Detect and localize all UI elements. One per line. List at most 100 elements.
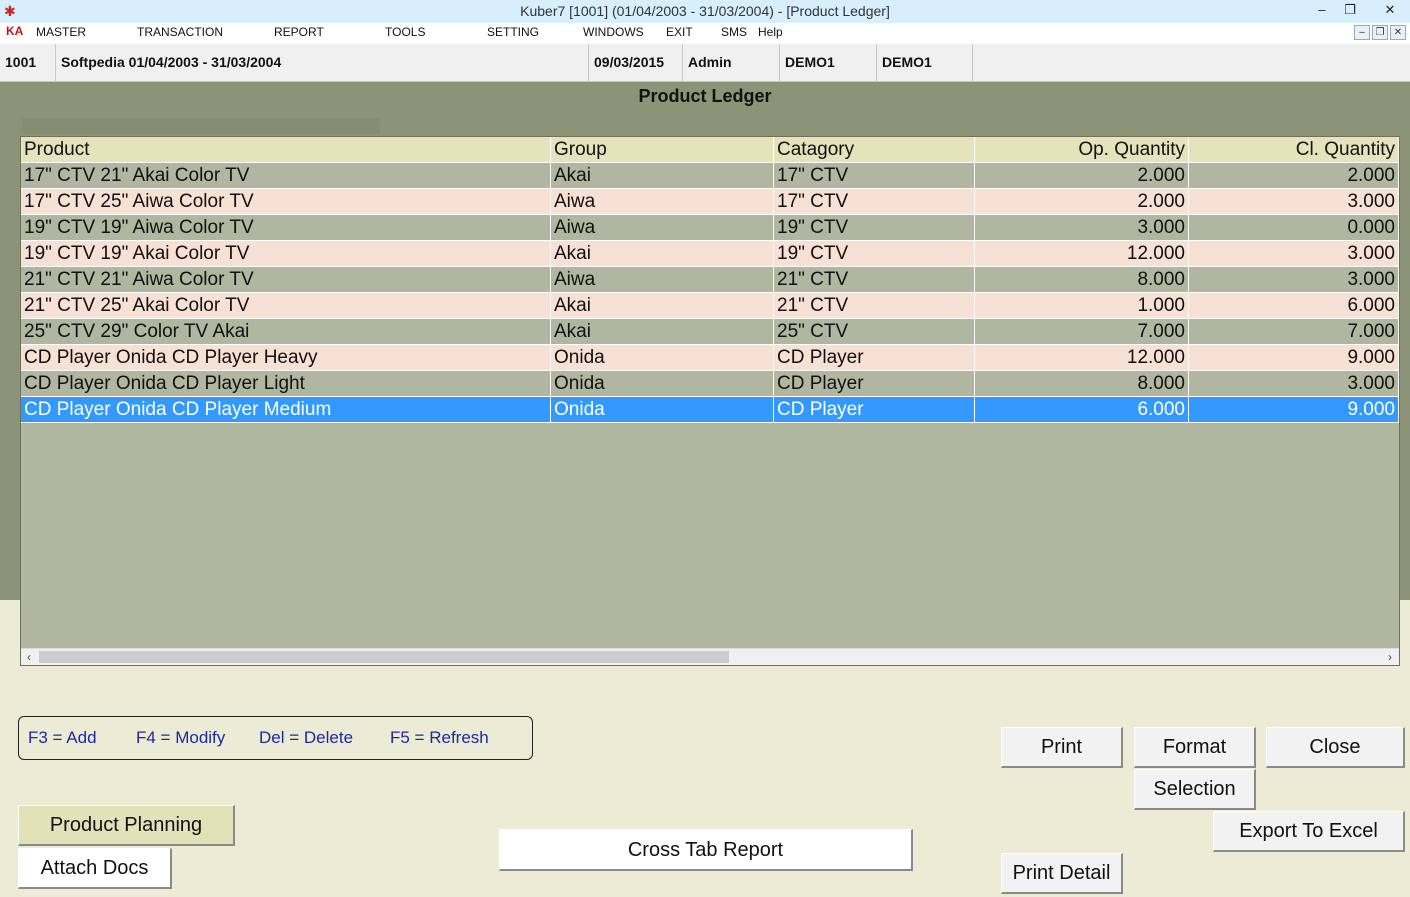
cell-cl-quantity[interactable]: 9.000 bbox=[1189, 345, 1399, 371]
cell-cl-quantity[interactable]: 3.000 bbox=[1189, 189, 1399, 215]
selection-button-label: Selection bbox=[1153, 778, 1236, 800]
table-row[interactable]: CD Player Onida CD Player Heavy Onida CD P… bbox=[21, 345, 1399, 371]
print-button[interactable]: Print bbox=[1001, 727, 1123, 768]
menu-report[interactable]: REPORT bbox=[274, 25, 324, 39]
cell-cl-quantity[interactable]: 9.000 bbox=[1189, 397, 1399, 423]
print-detail-button[interactable]: Print Detail bbox=[1001, 853, 1123, 894]
table-row[interactable]: 21" CTV 21" Aiwa Color TV Aiwa 21" CTV 8.00… bbox=[21, 267, 1399, 293]
close-button[interactable]: Close bbox=[1266, 727, 1405, 768]
menu-help[interactable]: Help bbox=[758, 25, 783, 39]
minimize-icon[interactable]: – bbox=[1308, 0, 1336, 22]
scroll-left-icon[interactable]: ‹ bbox=[21, 649, 37, 665]
cell-product[interactable]: 17" CTV 25" Aiwa Color TV bbox=[21, 189, 551, 215]
table-row[interactable]: 25" CTV 29" Color TV Akai Akai 25" CTV 7.00… bbox=[21, 319, 1399, 345]
cell-cl-quantity[interactable]: 3.000 bbox=[1189, 267, 1399, 293]
cell-group[interactable]: Aiwa bbox=[551, 267, 774, 293]
close-button-label: Close bbox=[1309, 736, 1361, 758]
table-row[interactable]: 19" CTV 19" Akai Color TV Akai 19" CTV 12.0… bbox=[21, 241, 1399, 267]
cell-group[interactable]: Onida bbox=[551, 345, 774, 371]
col-header-product[interactable]: Product bbox=[21, 137, 551, 163]
cell-category[interactable]: 17" CTV bbox=[774, 163, 975, 189]
cell-category[interactable]: 21" CTV bbox=[774, 267, 975, 293]
cell-category[interactable]: CD Player bbox=[774, 397, 975, 423]
attach-docs-button[interactable]: Attach Docs bbox=[18, 848, 172, 889]
cell-op-quantity[interactable]: 2.000 bbox=[975, 189, 1189, 215]
cell-group[interactable]: Onida bbox=[551, 397, 774, 423]
cell-cl-quantity[interactable]: 3.000 bbox=[1189, 371, 1399, 397]
menu-exit[interactable]: EXIT bbox=[666, 25, 693, 39]
cell-cl-quantity[interactable]: 3.000 bbox=[1189, 241, 1399, 267]
scrollbar-thumb[interactable] bbox=[39, 651, 729, 663]
attach-docs-label: Attach Docs bbox=[40, 857, 149, 879]
cell-category[interactable]: 19" CTV bbox=[774, 215, 975, 241]
menu-setting[interactable]: SETTING bbox=[487, 25, 539, 39]
close-icon[interactable]: ✕ bbox=[1370, 0, 1410, 22]
product-ledger-grid[interactable]: Product Group Catagory Op. Quantity Cl. … bbox=[20, 136, 1400, 666]
cell-category[interactable]: 19" CTV bbox=[774, 241, 975, 267]
cell-op-quantity[interactable]: 12.000 bbox=[975, 345, 1189, 371]
cell-cl-quantity[interactable]: 2.000 bbox=[1189, 163, 1399, 189]
mdi-restore-icon[interactable]: ❐ bbox=[1372, 25, 1388, 40]
col-header-cl-quantity[interactable]: Cl. Quantity bbox=[1189, 137, 1399, 163]
cell-cl-quantity[interactable]: 7.000 bbox=[1189, 319, 1399, 345]
cell-category[interactable]: 17" CTV bbox=[774, 189, 975, 215]
cell-category[interactable]: 25" CTV bbox=[774, 319, 975, 345]
format-button[interactable]: Format bbox=[1134, 727, 1256, 768]
table-row[interactable]: 17" CTV 21" Akai Color TV Akai 17" CTV 2.00… bbox=[21, 163, 1399, 189]
cell-op-quantity[interactable]: 8.000 bbox=[975, 267, 1189, 293]
cell-op-quantity[interactable]: 6.000 bbox=[975, 397, 1189, 423]
table-row[interactable]: 21" CTV 25" Akai Color TV Akai 21" CTV 1.00… bbox=[21, 293, 1399, 319]
scroll-right-icon[interactable]: › bbox=[1382, 649, 1398, 665]
cell-product[interactable]: 21" CTV 21" Aiwa Color TV bbox=[21, 267, 551, 293]
cell-op-quantity[interactable]: 12.000 bbox=[975, 241, 1189, 267]
cell-group[interactable]: Akai bbox=[551, 293, 774, 319]
cell-op-quantity[interactable]: 1.000 bbox=[975, 293, 1189, 319]
cross-tab-report-button[interactable]: Cross Tab Report bbox=[499, 829, 913, 871]
cell-group[interactable]: Onida bbox=[551, 371, 774, 397]
product-planning-button[interactable]: Product Planning bbox=[18, 805, 235, 846]
selection-button[interactable]: Selection bbox=[1134, 769, 1256, 810]
restore-icon[interactable]: ❐ bbox=[1336, 0, 1364, 22]
format-button-label: Format bbox=[1162, 736, 1227, 758]
export-to-excel-button[interactable]: Export To Excel bbox=[1213, 811, 1405, 852]
cell-op-quantity[interactable]: 2.000 bbox=[975, 163, 1189, 189]
cell-group[interactable]: Aiwa bbox=[551, 215, 774, 241]
cell-op-quantity[interactable]: 7.000 bbox=[975, 319, 1189, 345]
cell-product[interactable]: 19" CTV 19" Aiwa Color TV bbox=[21, 215, 551, 241]
table-row[interactable]: 19" CTV 19" Aiwa Color TV Aiwa 19" CTV 3.00… bbox=[21, 215, 1399, 241]
col-header-group[interactable]: Group bbox=[551, 137, 774, 163]
export-to-excel-label: Export To Excel bbox=[1239, 820, 1378, 842]
cell-group[interactable]: Akai bbox=[551, 241, 774, 267]
menu-transaction[interactable]: TRANSACTION bbox=[137, 25, 223, 39]
cell-op-quantity[interactable]: 8.000 bbox=[975, 371, 1189, 397]
cell-cl-quantity[interactable]: 0.000 bbox=[1189, 215, 1399, 241]
cell-group[interactable]: Akai bbox=[551, 319, 774, 345]
cell-product[interactable]: 25" CTV 29" Color TV Akai bbox=[21, 319, 551, 345]
cell-op-quantity[interactable]: 3.000 bbox=[975, 215, 1189, 241]
cell-group[interactable]: Akai bbox=[551, 163, 774, 189]
menu-tools[interactable]: TOOLS bbox=[385, 25, 425, 39]
cell-product[interactable]: CD Player Onida CD Player Heavy bbox=[21, 345, 551, 371]
horizontal-scrollbar[interactable]: ‹ › bbox=[21, 648, 1399, 665]
menu-master[interactable]: MASTER bbox=[36, 25, 86, 39]
cell-product[interactable]: 21" CTV 25" Akai Color TV bbox=[21, 293, 551, 319]
cell-category[interactable]: CD Player bbox=[774, 371, 975, 397]
menu-windows[interactable]: WINDOWS bbox=[583, 25, 644, 39]
menu-sms[interactable]: SMS bbox=[721, 25, 747, 39]
col-header-op-quantity[interactable]: Op. Quantity bbox=[975, 137, 1189, 163]
cell-product[interactable]: 17" CTV 21" Akai Color TV bbox=[21, 163, 551, 189]
table-row[interactable]: CD Player Onida CD Player Medium Onida CD … bbox=[21, 397, 1399, 423]
mdi-minimize-icon[interactable]: – bbox=[1354, 25, 1370, 40]
cell-product[interactable]: 19" CTV 19" Akai Color TV bbox=[21, 241, 551, 267]
filter-strip bbox=[22, 118, 380, 134]
cell-product[interactable]: CD Player Onida CD Player Light bbox=[21, 371, 551, 397]
cell-cl-quantity[interactable]: 6.000 bbox=[1189, 293, 1399, 319]
cell-category[interactable]: 21" CTV bbox=[774, 293, 975, 319]
cell-product[interactable]: CD Player Onida CD Player Medium bbox=[21, 397, 551, 423]
cell-category[interactable]: CD Player bbox=[774, 345, 975, 371]
table-row[interactable]: CD Player Onida CD Player Light Onida CD P… bbox=[21, 371, 1399, 397]
mdi-close-icon[interactable]: ✕ bbox=[1390, 25, 1406, 40]
table-row[interactable]: 17" CTV 25" Aiwa Color TV Aiwa 17" CTV 2.00… bbox=[21, 189, 1399, 215]
cell-group[interactable]: Aiwa bbox=[551, 189, 774, 215]
col-header-category[interactable]: Catagory bbox=[774, 137, 975, 163]
